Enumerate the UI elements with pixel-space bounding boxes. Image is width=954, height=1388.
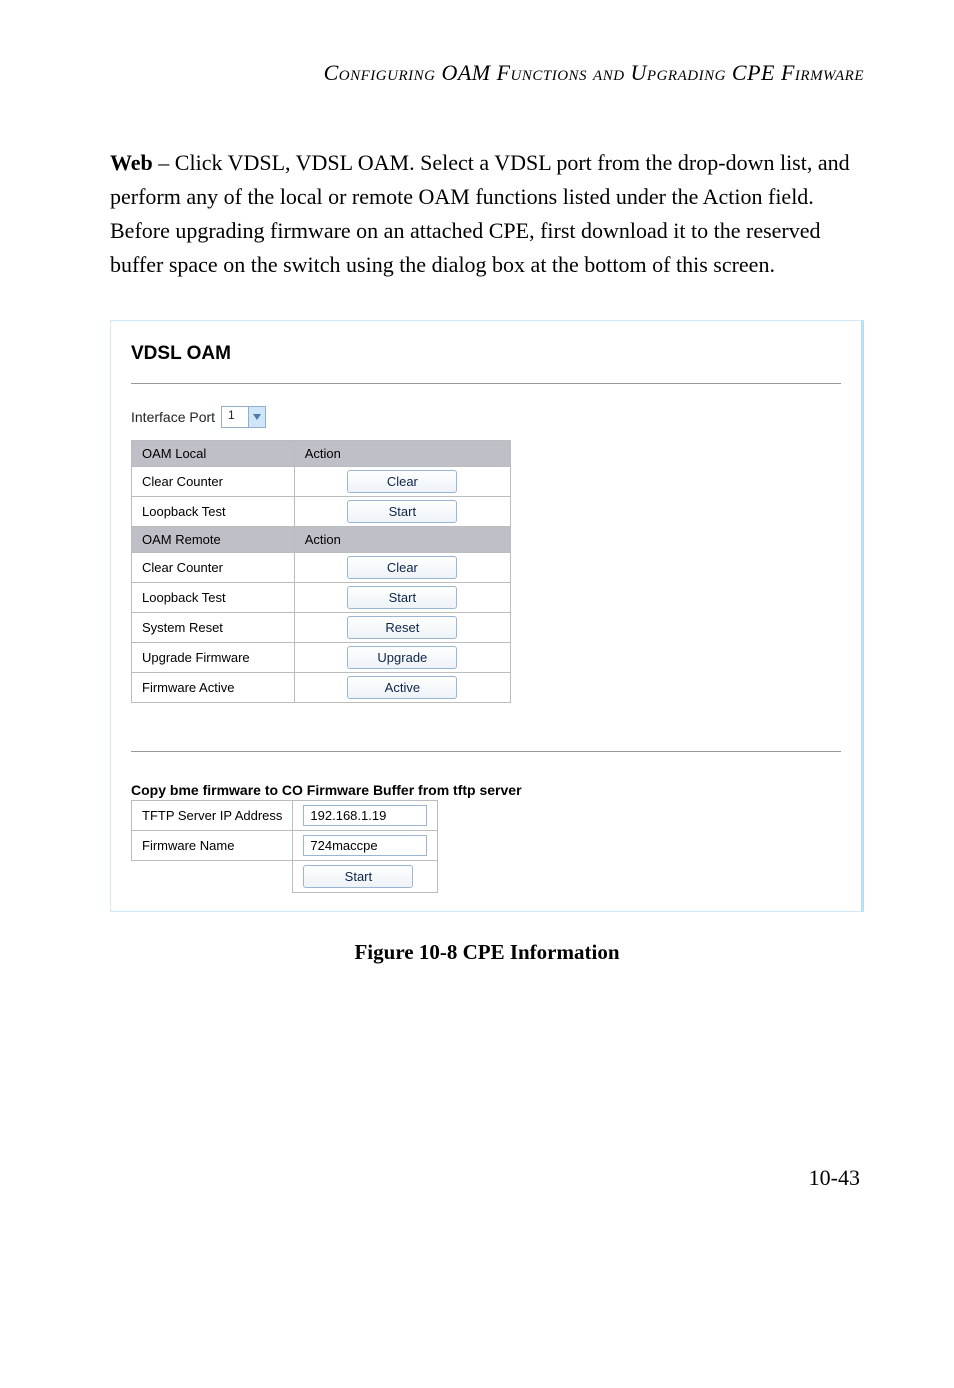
local-clear-counter-label: Clear Counter (132, 467, 295, 497)
copy-start-button[interactable]: Start (303, 865, 413, 888)
figure-caption: Figure 10-8 CPE Information (110, 940, 864, 965)
chevron-down-icon (248, 407, 265, 427)
divider (131, 751, 841, 752)
system-reset-button[interactable]: Reset (347, 616, 457, 639)
screenshot-panel: VDSL OAM Interface Port 1 OAM Local Acti… (110, 320, 864, 912)
tftp-ip-label: TFTP Server IP Address (132, 801, 293, 831)
local-clear-button[interactable]: Clear (347, 470, 457, 493)
firmware-name-label: Firmware Name (132, 831, 293, 861)
copy-firmware-table: TFTP Server IP Address Firmware Name Sta… (131, 800, 438, 893)
action-header-2: Action (294, 527, 510, 553)
remote-loopback-start-button[interactable]: Start (347, 586, 457, 609)
upgrade-firmware-button[interactable]: Upgrade (347, 646, 457, 669)
tftp-ip-input[interactable] (303, 805, 427, 826)
remote-loopback-label: Loopback Test (132, 583, 295, 613)
interface-port-label: Interface Port (131, 409, 215, 425)
body-rest: – Click VDSL, VDSL OAM. Select a VDSL po… (110, 150, 850, 277)
upgrade-firmware-label: Upgrade Firmware (132, 643, 295, 673)
interface-port-value: 1 (222, 407, 248, 427)
body-paragraph: Web – Click VDSL, VDSL OAM. Select a VDS… (110, 146, 864, 282)
page-number: 10-43 (110, 1165, 864, 1191)
action-header: Action (294, 441, 510, 467)
oam-remote-header: OAM Remote (132, 527, 295, 553)
firmware-name-input[interactable] (303, 835, 427, 856)
copy-firmware-heading: Copy bme firmware to CO Firmware Buffer … (131, 782, 841, 798)
interface-port-select[interactable]: 1 (221, 406, 266, 428)
firmware-active-button[interactable]: Active (347, 676, 457, 699)
firmware-active-label: Firmware Active (132, 673, 295, 703)
local-loopback-start-button[interactable]: Start (347, 500, 457, 523)
local-loopback-label: Loopback Test (132, 497, 295, 527)
panel-title: VDSL OAM (131, 343, 841, 365)
running-head: Configuring OAM Functions and Upgrading … (110, 60, 864, 86)
oam-table: OAM Local Action Clear Counter Clear Loo… (131, 440, 511, 703)
remote-clear-counter-label: Clear Counter (132, 553, 295, 583)
oam-local-header: OAM Local (132, 441, 295, 467)
remote-clear-button[interactable]: Clear (347, 556, 457, 579)
body-lead-bold: Web (110, 150, 153, 175)
system-reset-label: System Reset (132, 613, 295, 643)
divider (131, 383, 841, 384)
